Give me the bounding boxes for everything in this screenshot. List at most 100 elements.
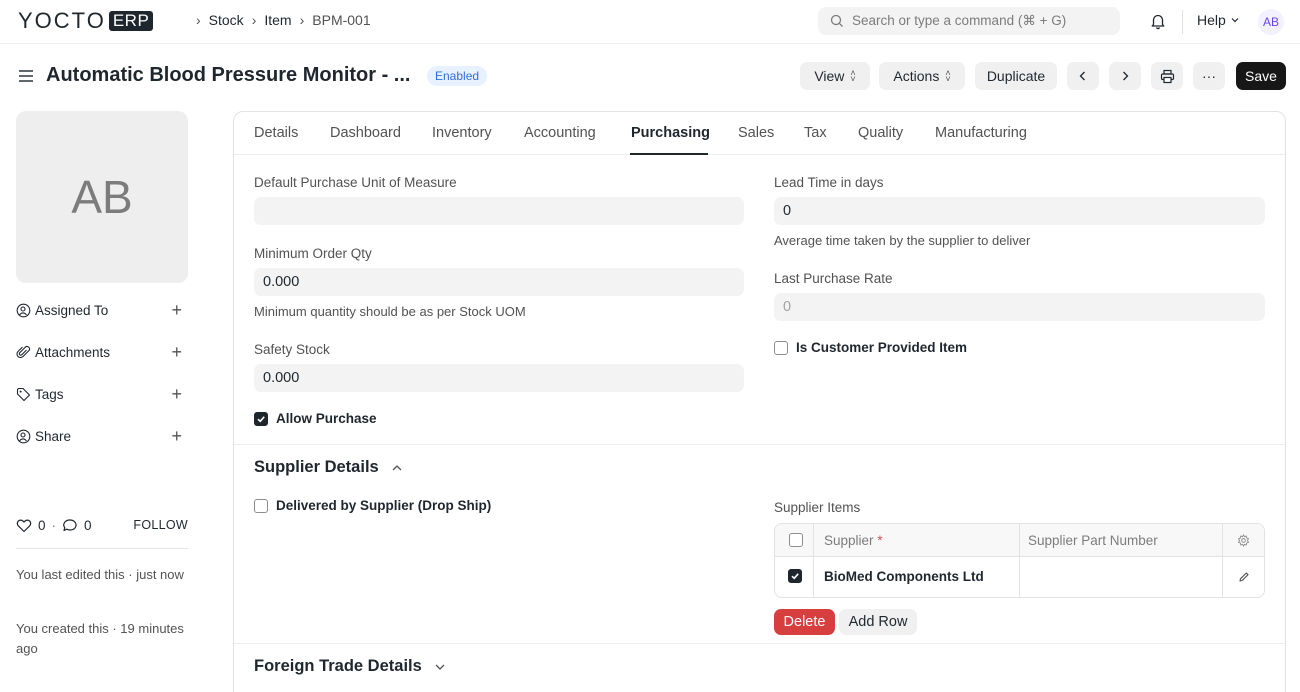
- notification-bell-icon[interactable]: [1149, 12, 1167, 33]
- tab-dashboard[interactable]: Dashboard: [330, 125, 401, 141]
- allow-purchase-label: Allow Purchase: [276, 411, 377, 426]
- customer-provided-row[interactable]: Is Customer Provided Item: [774, 340, 967, 355]
- allow-purchase-row[interactable]: Allow Purchase: [254, 411, 377, 426]
- sidebar-divider: [16, 548, 188, 549]
- heart-icon[interactable]: [16, 518, 32, 533]
- tab-manufacturing[interactable]: Manufacturing: [935, 125, 1027, 141]
- navbar-divider: [1182, 10, 1183, 34]
- comment-icon[interactable]: [62, 518, 78, 533]
- delete-rows-button[interactable]: Delete: [774, 609, 835, 635]
- last-purchase-rate-field: 0: [774, 293, 1265, 321]
- required-mark: *: [877, 533, 883, 548]
- allow-purchase-checkbox[interactable]: [254, 411, 268, 426]
- supplier-details-title: Supplier Details: [254, 458, 379, 476]
- sidebar-share[interactable]: Share +: [16, 425, 188, 447]
- help-menu[interactable]: Help: [1197, 12, 1240, 28]
- customer-provided-checkbox[interactable]: [774, 340, 788, 355]
- chevron-right-icon: ›: [299, 12, 305, 28]
- supplier-items-table: Supplier * Supplier Part Number BioMed C…: [774, 523, 1265, 598]
- lead-time-help: Average time taken by the supplier to de…: [774, 233, 1031, 248]
- tab-tax[interactable]: Tax: [804, 125, 827, 141]
- paperclip-icon: [16, 345, 31, 358]
- drop-ship-checkbox[interactable]: [254, 498, 268, 513]
- add-icon[interactable]: +: [171, 426, 182, 446]
- previous-record-button[interactable]: [1067, 62, 1099, 90]
- page-title: Automatic Blood Pressure Monitor - ...: [46, 64, 411, 86]
- view-button[interactable]: View ˄ ˅: [800, 62, 870, 90]
- column-header-supplier[interactable]: Supplier *: [824, 533, 883, 548]
- row-select-checkbox[interactable]: [788, 569, 802, 583]
- form-tabs: Details Dashboard Inventory Accounting P…: [234, 112, 1285, 155]
- comment-count: 0: [84, 517, 92, 533]
- supplier-items-label: Supplier Items: [774, 500, 861, 515]
- print-button[interactable]: [1151, 62, 1183, 90]
- next-record-button[interactable]: [1109, 62, 1141, 90]
- edit-pencil-icon[interactable]: [1238, 571, 1250, 583]
- add-icon[interactable]: +: [171, 342, 182, 362]
- item-image-placeholder[interactable]: AB: [16, 111, 188, 283]
- supplier-cell[interactable]: BioMed Components Ltd: [824, 569, 984, 584]
- sidebar-item-label: Share: [35, 428, 72, 444]
- like-count: 0: [38, 517, 46, 533]
- app-logo[interactable]: YOCTO ERP: [18, 8, 154, 33]
- select-all-checkbox[interactable]: [789, 533, 803, 547]
- safety-stock-field[interactable]: 0.000: [254, 364, 744, 392]
- supplier-details-header[interactable]: Supplier Details: [254, 458, 403, 477]
- page-head: Automatic Blood Pressure Monitor - ... E…: [0, 55, 1300, 97]
- active-tab-indicator: [630, 153, 708, 155]
- gear-icon[interactable]: [1237, 534, 1250, 547]
- tab-accounting[interactable]: Accounting: [524, 125, 596, 141]
- add-icon[interactable]: +: [171, 300, 182, 320]
- tab-sales[interactable]: Sales: [738, 125, 774, 141]
- lead-time-label: Lead Time in days: [774, 175, 884, 190]
- min-order-qty-field[interactable]: 0.000: [254, 268, 744, 296]
- chevron-right-icon: ›: [196, 12, 201, 28]
- chevron-down-icon: [1231, 18, 1239, 23]
- created-text: You created this · 19 minutes ago: [16, 621, 184, 656]
- sidebar-item-label: Tags: [35, 386, 64, 402]
- sidebar-assigned-to[interactable]: Assigned To +: [16, 299, 188, 321]
- sidebar-item-label: Attachments: [35, 344, 111, 360]
- search-icon: [830, 14, 843, 27]
- search-input[interactable]: Search or type a command (⌘ + G): [818, 7, 1120, 35]
- safety-stock-label: Safety Stock: [254, 342, 330, 357]
- add-row-button[interactable]: Add Row: [839, 609, 917, 635]
- tab-details[interactable]: Details: [254, 125, 298, 141]
- add-icon[interactable]: +: [171, 384, 182, 404]
- form-panel: Details Dashboard Inventory Accounting P…: [233, 111, 1286, 692]
- separator-dot: ·: [51, 517, 57, 533]
- tab-purchasing[interactable]: Purchasing: [631, 125, 710, 141]
- breadcrumb-stock[interactable]: Stock: [209, 12, 244, 28]
- drop-ship-row[interactable]: Delivered by Supplier (Drop Ship): [254, 498, 491, 513]
- duplicate-button[interactable]: Duplicate: [975, 62, 1057, 90]
- lead-time-field[interactable]: 0: [774, 197, 1265, 225]
- column-divider: [1222, 524, 1223, 597]
- column-header-part-number[interactable]: Supplier Part Number: [1028, 533, 1158, 548]
- tab-quality[interactable]: Quality: [858, 125, 903, 141]
- sidebar-item-label: Assigned To: [35, 302, 109, 318]
- foreign-trade-title: Foreign Trade Details: [254, 657, 422, 675]
- min-order-qty-label: Minimum Order Qty: [254, 246, 372, 261]
- chevron-up-icon: [392, 464, 402, 470]
- breadcrumb-current[interactable]: BPM-001: [312, 12, 370, 28]
- logo-text: YOCTO: [18, 8, 106, 33]
- breadcrumb-item[interactable]: Item: [264, 12, 291, 28]
- view-label: View: [814, 68, 845, 84]
- save-button[interactable]: Save: [1236, 62, 1286, 90]
- chevron-left-icon: [1079, 71, 1085, 81]
- foreign-trade-header[interactable]: Foreign Trade Details: [254, 657, 446, 676]
- supplier-header-text: Supplier: [824, 533, 874, 548]
- sidebar-attachments[interactable]: Attachments +: [16, 341, 188, 363]
- menu-icon[interactable]: [18, 69, 34, 86]
- follow-button[interactable]: FOLLOW: [133, 518, 188, 532]
- top-navbar: YOCTO ERP › Stock › Item › BPM-001 Searc…: [0, 0, 1300, 44]
- actions-button[interactable]: Actions ˄ ˅: [879, 62, 965, 90]
- more-options-button[interactable]: ···: [1193, 62, 1225, 90]
- default-uom-field[interactable]: [254, 197, 744, 225]
- sidebar-tags[interactable]: Tags +: [16, 383, 188, 405]
- section-divider: [234, 643, 1285, 644]
- engagement-row: 0 · 0 FOLLOW: [16, 515, 188, 535]
- tab-inventory[interactable]: Inventory: [432, 125, 492, 141]
- user-avatar[interactable]: AB: [1258, 9, 1284, 35]
- status-badge: Enabled: [427, 66, 488, 86]
